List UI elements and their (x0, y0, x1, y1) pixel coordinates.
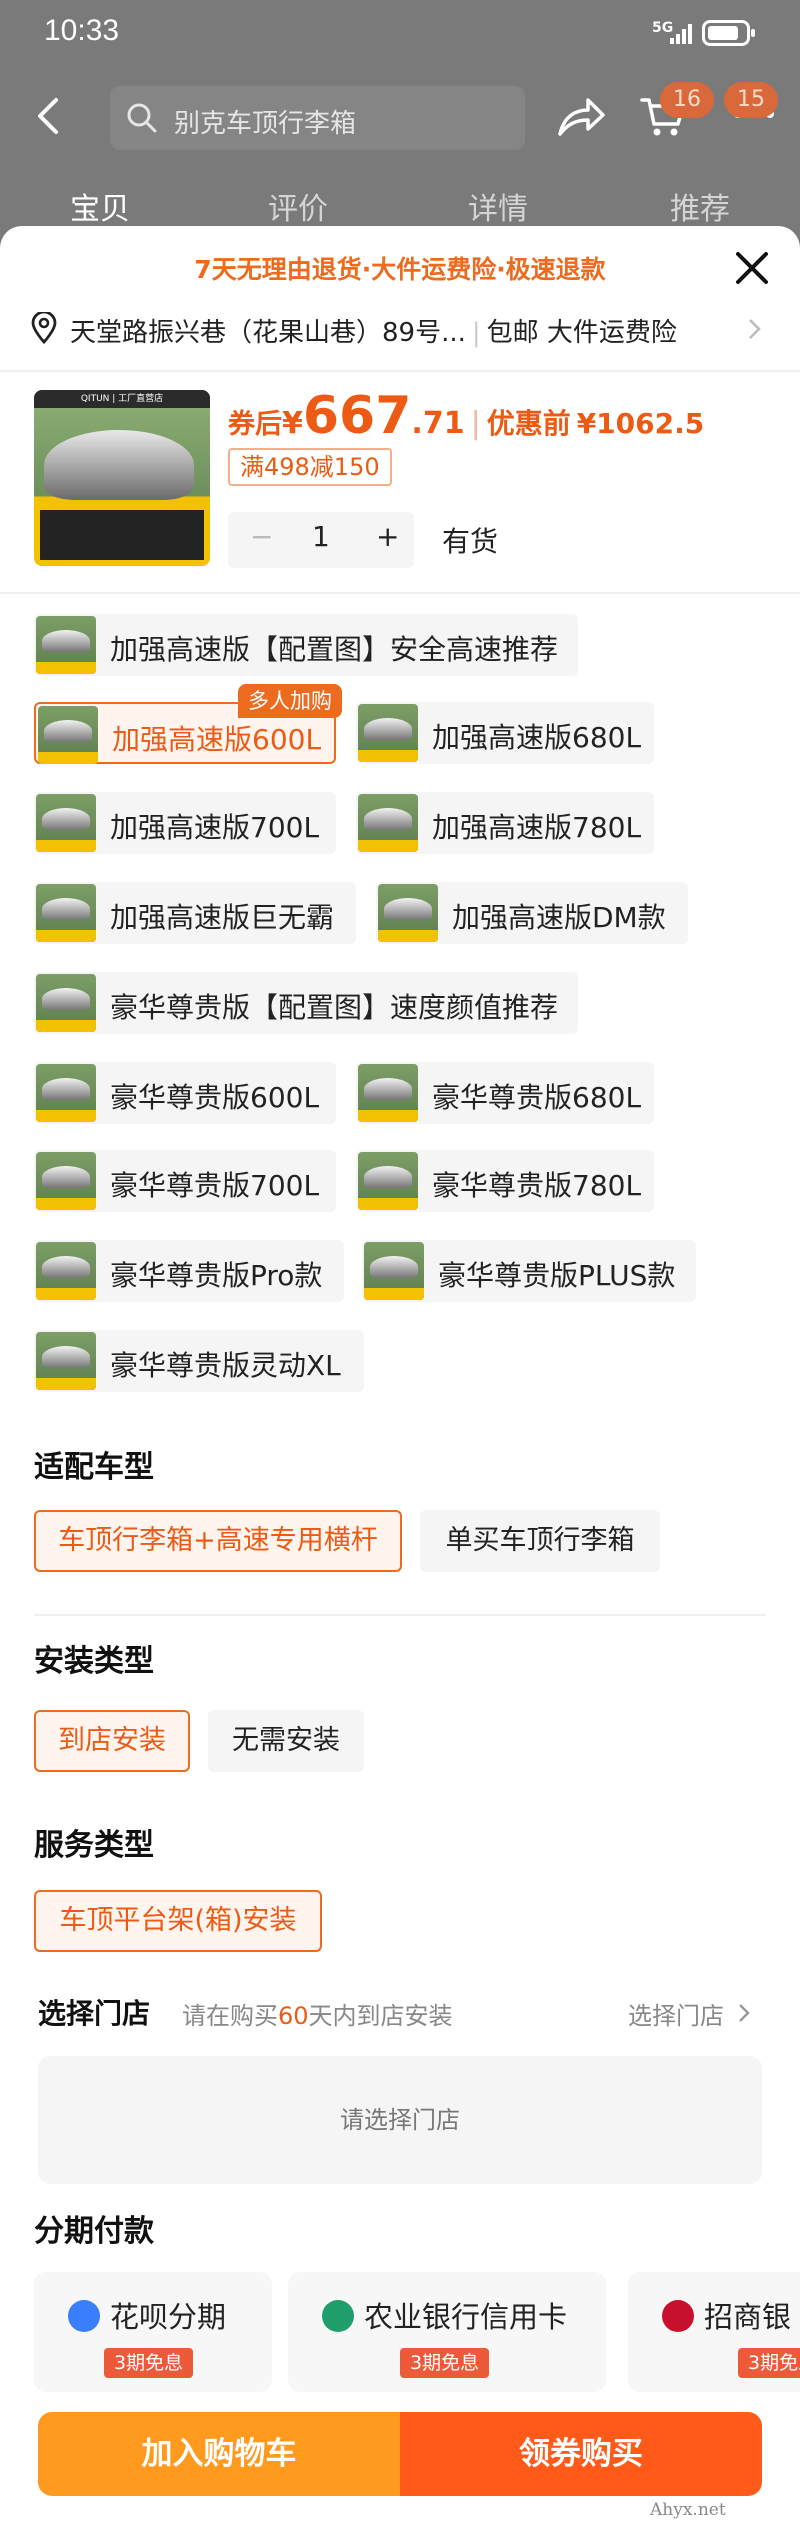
share-icon[interactable] (556, 96, 606, 138)
search-placeholder: 别克车顶行李箱 (174, 109, 357, 139)
detail-tabs: 宝贝 评价 详情 推荐 (0, 180, 800, 230)
divider (0, 592, 800, 594)
variant-option[interactable]: 加强高速版680L (356, 702, 654, 764)
variant-thumbnail (358, 704, 418, 762)
variant-option[interactable]: 豪华尊贵版【配置图】速度颜值推荐 (34, 972, 578, 1034)
variant-thumbnail (378, 884, 438, 942)
product-thumbnail[interactable]: QITUN | 工厂直营店 (34, 390, 210, 566)
coupon-badge[interactable]: 满498减150 (228, 448, 392, 486)
section-title-installments: 分期付款 (34, 2214, 154, 2249)
variant-option[interactable]: 豪华尊贵版灵动XL (34, 1330, 364, 1392)
plus-button[interactable]: + (376, 520, 399, 553)
status-bar: 10:33 5G (0, 0, 800, 70)
search-input[interactable]: 别克车顶行李箱 (110, 86, 525, 150)
address-row[interactable]: 天堂路振兴巷（花果山巷）89号... | 包邮 大件运费险 (30, 308, 770, 352)
variant-option[interactable]: 豪华尊贵版Pro款 (34, 1240, 344, 1302)
chevron-right-icon (749, 319, 761, 339)
sku-sheet: 7天无理由退货·大件运费险·极速退款 天堂路振兴巷（花果山巷）89号... | 包邮… (0, 226, 800, 2530)
top-nav: 别克车顶行李箱 16 15 (0, 80, 800, 150)
variant-option[interactable]: 豪华尊贵版780L (356, 1150, 654, 1212)
section-title-service: 服务类型 (34, 1828, 154, 1863)
variant-thumbnail (36, 974, 96, 1032)
tab-item[interactable]: 宝贝 (70, 184, 130, 228)
installment-tag: 3期免息 (104, 2348, 194, 2378)
address-text: 天堂路振兴巷（花果山巷）89号... | 包邮 大件运费险 (70, 318, 677, 348)
installment-option[interactable]: 农业银行信用卡 3期免息 (288, 2272, 606, 2392)
minus-button[interactable]: − (250, 520, 273, 553)
status-time: 10:33 (44, 14, 120, 47)
service-option-selected[interactable]: 车顶平台架(箱)安装 (34, 1890, 322, 1952)
service-banner: 7天无理由退货·大件运费险·极速退款 (194, 255, 606, 284)
tab-details[interactable]: 详情 (468, 184, 528, 228)
battery-icon (702, 20, 755, 46)
buy-now-button[interactable]: 领券购买 (400, 2412, 762, 2496)
variant-thumbnail (36, 1064, 96, 1122)
bottom-action-bar: 加入购物车 领券购买 (38, 2412, 762, 2496)
popular-tag: 多人加购 (238, 684, 342, 718)
store-hint: 请在购买60天内到店安装 (182, 2002, 453, 2030)
message-badge: 15 (724, 82, 778, 118)
cmb-bank-icon (662, 2300, 694, 2332)
variant-thumbnail (36, 616, 96, 674)
installment-tag: 3期免息 (738, 2348, 800, 2378)
installment-option[interactable]: 招商银 3期免息 (628, 2272, 800, 2392)
chevron-right-icon (739, 2004, 750, 2022)
variant-option[interactable]: 豪华尊贵版PLUS款 (362, 1240, 696, 1302)
cart-badge: 16 (660, 82, 714, 118)
variant-option[interactable]: 加强高速版巨无霸 (34, 882, 356, 944)
variant-thumbnail (36, 884, 96, 942)
variant-option[interactable]: 加强高速版DM款 (376, 882, 688, 944)
section-title-fit: 适配车型 (34, 1450, 154, 1485)
variant-option[interactable]: 豪华尊贵版600L (34, 1062, 336, 1124)
variant-thumbnail (36, 794, 96, 852)
store-picker[interactable]: 请选择门店 (38, 2056, 762, 2184)
select-store-link[interactable]: 选择门店 (628, 1996, 724, 2031)
price-row: 券后¥667.71 | 优惠前 ¥1062.5 (228, 386, 705, 446)
variant-option[interactable]: 加强高速版【配置图】安全高速推荐 (34, 614, 578, 676)
variant-option[interactable]: 加强高速版700L (34, 792, 336, 854)
variant-thumbnail (358, 1064, 418, 1122)
variant-thumbnail (36, 1152, 96, 1210)
fit-option[interactable]: 单买车顶行李箱 (420, 1510, 660, 1572)
variant-thumbnail (358, 794, 418, 852)
divider (0, 370, 800, 372)
store-row: 选择门店 请在购买60天内到店安装 选择门店 (38, 1992, 762, 2032)
huabei-icon (68, 2300, 100, 2332)
signal-icon (670, 22, 696, 44)
installment-tag: 3期免息 (400, 2348, 490, 2378)
watermark: Ahyx.net (650, 2500, 726, 2520)
installment-option[interactable]: 花呗分期 3期免息 (34, 2272, 272, 2392)
install-option[interactable]: 无需安装 (208, 1710, 364, 1772)
variant-thumbnail (36, 1332, 96, 1390)
tab-recommend[interactable]: 推荐 (670, 184, 730, 228)
quantity-value[interactable]: 1 (312, 520, 330, 553)
variant-thumbnail (364, 1242, 424, 1300)
variant-option[interactable]: 豪华尊贵版680L (356, 1062, 654, 1124)
divider (34, 1614, 766, 1616)
quantity-stepper: − 1 + (228, 512, 414, 568)
variant-thumbnail (38, 706, 98, 764)
tab-reviews[interactable]: 评价 (268, 184, 328, 228)
search-icon (127, 103, 157, 133)
back-icon[interactable] (30, 96, 70, 136)
fit-option-selected[interactable]: 车顶行李箱+高速专用横杆 (34, 1510, 402, 1572)
close-icon[interactable] (732, 248, 772, 288)
abc-bank-icon (322, 2300, 354, 2332)
variant-thumbnail (36, 1242, 96, 1300)
section-title-install: 安装类型 (34, 1644, 154, 1679)
store-title: 选择门店 (38, 1997, 151, 2030)
install-option-selected[interactable]: 到店安装 (34, 1710, 190, 1772)
location-icon (31, 312, 57, 344)
stock-status: 有货 (442, 525, 499, 558)
variant-thumbnail (358, 1152, 418, 1210)
variant-option[interactable]: 豪华尊贵版700L (34, 1150, 336, 1212)
add-to-cart-button[interactable]: 加入购物车 (38, 2412, 400, 2496)
variant-option[interactable]: 加强高速版780L (356, 792, 654, 854)
